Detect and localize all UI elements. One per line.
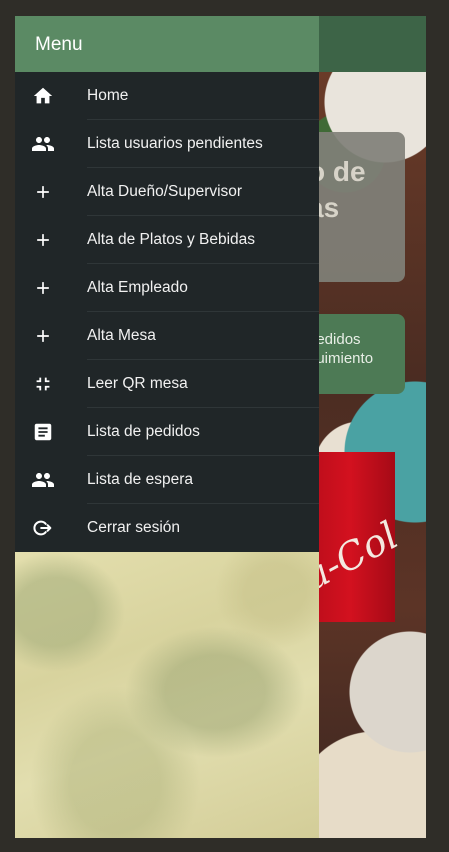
drawer-menu: Home Lista usuarios pendientes Alta Dueñ…	[15, 72, 319, 552]
menu-item-label: Alta Mesa	[87, 327, 156, 344]
menu-item-scan-qr[interactable]: Leer QR mesa	[15, 360, 319, 408]
plus-icon	[31, 324, 55, 348]
scan-icon	[31, 372, 55, 396]
menu-item-pending-users[interactable]: Lista usuarios pendientes	[15, 120, 319, 168]
menu-item-label: Lista de pedidos	[87, 423, 200, 440]
document-icon	[31, 420, 55, 444]
people-icon	[31, 132, 55, 156]
drawer-header: Menu	[15, 16, 319, 72]
menu-item-add-owner-supervisor[interactable]: Alta Dueño/Supervisor	[15, 168, 319, 216]
menu-item-label: Cerrar sesión	[87, 519, 181, 536]
navigation-drawer: Menu Home Lista usuarios pendientes Alta…	[15, 16, 319, 838]
people-icon	[31, 468, 55, 492]
plus-icon	[31, 180, 55, 204]
menu-item-label: Home	[87, 87, 129, 104]
menu-item-add-table[interactable]: Alta Mesa	[15, 312, 319, 360]
plus-icon	[31, 276, 55, 300]
phone-screen: o de as pedidos guimiento a-Col Menu Hom…	[15, 16, 426, 838]
menu-item-add-dishes-drinks[interactable]: Alta de Platos y Bebidas	[15, 216, 319, 264]
menu-item-add-employee[interactable]: Alta Empleado	[15, 264, 319, 312]
menu-item-label: Alta Empleado	[87, 279, 188, 296]
menu-item-label: Lista usuarios pendientes	[87, 135, 263, 152]
menu-item-label: Leer QR mesa	[87, 375, 188, 392]
menu-item-label: Alta Dueño/Supervisor	[87, 183, 243, 200]
drawer-background-texture	[15, 552, 319, 838]
logout-icon	[31, 516, 55, 540]
menu-item-label: Alta de Platos y Bebidas	[87, 231, 256, 248]
drawer-title: Menu	[35, 34, 83, 55]
menu-item-home[interactable]: Home	[15, 72, 319, 120]
menu-item-waiting-list[interactable]: Lista de espera	[15, 456, 319, 504]
home-icon	[31, 84, 55, 108]
menu-item-logout[interactable]: Cerrar sesión	[15, 504, 319, 552]
menu-item-orders-list[interactable]: Lista de pedidos	[15, 408, 319, 456]
plus-icon	[31, 228, 55, 252]
menu-item-label: Lista de espera	[87, 471, 193, 488]
